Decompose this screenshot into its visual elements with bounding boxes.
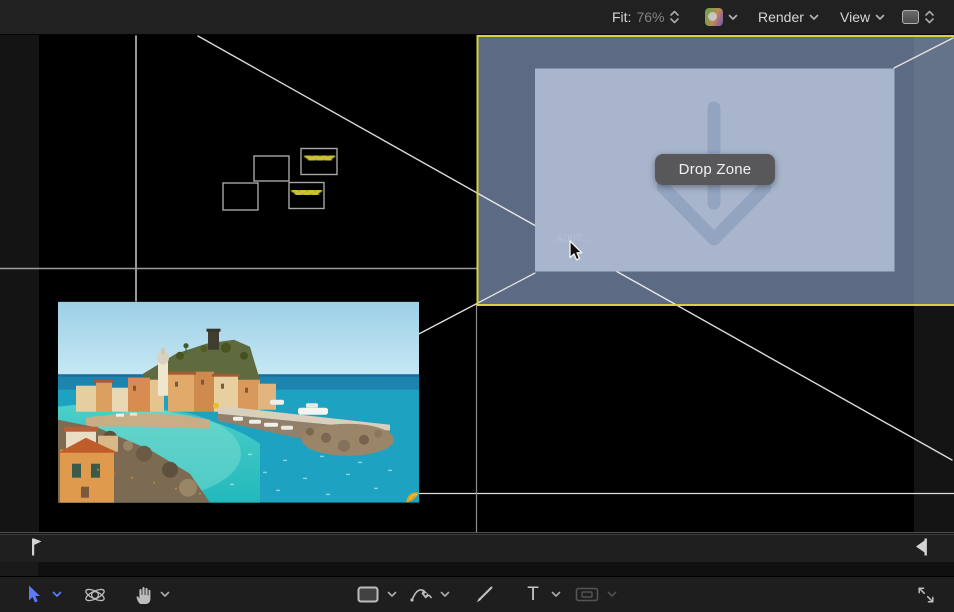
scribble-text: [306, 156, 333, 159]
bezier-pen-icon: [410, 585, 433, 605]
canvas-scene: [0, 35, 954, 534]
transform-3d-tool-button[interactable]: [82, 577, 108, 612]
mask-tool-menu-chevron-disabled: [605, 577, 619, 612]
view-menu[interactable]: View: [840, 0, 885, 34]
chevron-down-icon: [728, 14, 738, 21]
media-layer-photo[interactable]: [58, 302, 419, 503]
display-stepper-icon: [924, 8, 935, 26]
mask-rectangle-icon: [575, 587, 599, 602]
drop-zone-label: Drop Zone: [655, 154, 775, 185]
expand-arrows-icon: [916, 585, 936, 605]
render-menu[interactable]: Render: [758, 0, 819, 34]
expand-view-button[interactable]: [914, 577, 938, 612]
timeline-strip[interactable]: [0, 534, 954, 562]
chevron-down-icon: [551, 591, 561, 598]
select-tool-button[interactable]: [24, 577, 44, 612]
display-icon: [902, 10, 919, 24]
shape-tool-button[interactable]: [356, 577, 380, 612]
canvas-toolbar: Fit: 76% Render View: [0, 0, 954, 35]
orbit-3d-icon: [83, 584, 107, 606]
scribble-text: [293, 191, 320, 194]
chevron-down-icon: [440, 591, 450, 598]
color-channels-icon: [705, 8, 723, 26]
chevron-down-icon: [387, 591, 397, 598]
play-range-in-marker[interactable]: [32, 539, 42, 556]
select-tool-menu-chevron[interactable]: [50, 577, 64, 612]
shape-tool-menu-chevron[interactable]: [385, 577, 399, 612]
play-range-out-marker[interactable]: [916, 539, 927, 556]
bezier-tool-button[interactable]: [408, 577, 434, 612]
color-channels-button[interactable]: [705, 0, 738, 34]
fit-label: Fit:: [612, 9, 631, 25]
tool-palette: T: [0, 576, 954, 612]
fit-zoom-control[interactable]: Fit: 76%: [612, 0, 680, 34]
zoom-value: 76%: [636, 9, 664, 25]
text-tool-menu-chevron[interactable]: [549, 577, 563, 612]
motion-canvas-window: Fit: 76% Render View: [0, 0, 954, 612]
paint-stroke-tool-button[interactable]: [472, 577, 496, 612]
view-menu-label: View: [840, 9, 870, 25]
bezier-tool-menu-chevron[interactable]: [438, 577, 452, 612]
pan-tool-button[interactable]: [132, 577, 154, 612]
pan-tool-menu-chevron[interactable]: [158, 577, 172, 612]
chevron-down-icon: [160, 591, 170, 598]
timeline-substrip: [0, 562, 954, 576]
canvas-viewport[interactable]: Drop Zone A007…: [0, 35, 954, 534]
mouse-cursor: [569, 240, 585, 262]
display-options-button[interactable]: [902, 0, 935, 34]
hand-icon: [134, 585, 153, 605]
text-tool-icon: T: [527, 577, 539, 612]
zoom-stepper-icon[interactable]: [669, 8, 680, 26]
chevron-down-icon: [607, 591, 617, 598]
mask-tool-button-disabled: [574, 577, 600, 612]
chevron-down-icon: [875, 14, 885, 21]
chevron-down-icon: [809, 14, 819, 21]
chevron-down-icon: [52, 591, 62, 598]
rectangle-shape-icon: [357, 586, 379, 603]
text-tool-button[interactable]: T: [524, 577, 542, 612]
select-arrow-icon: [27, 585, 42, 604]
render-menu-label: Render: [758, 9, 804, 25]
paint-stroke-icon: [474, 585, 494, 605]
